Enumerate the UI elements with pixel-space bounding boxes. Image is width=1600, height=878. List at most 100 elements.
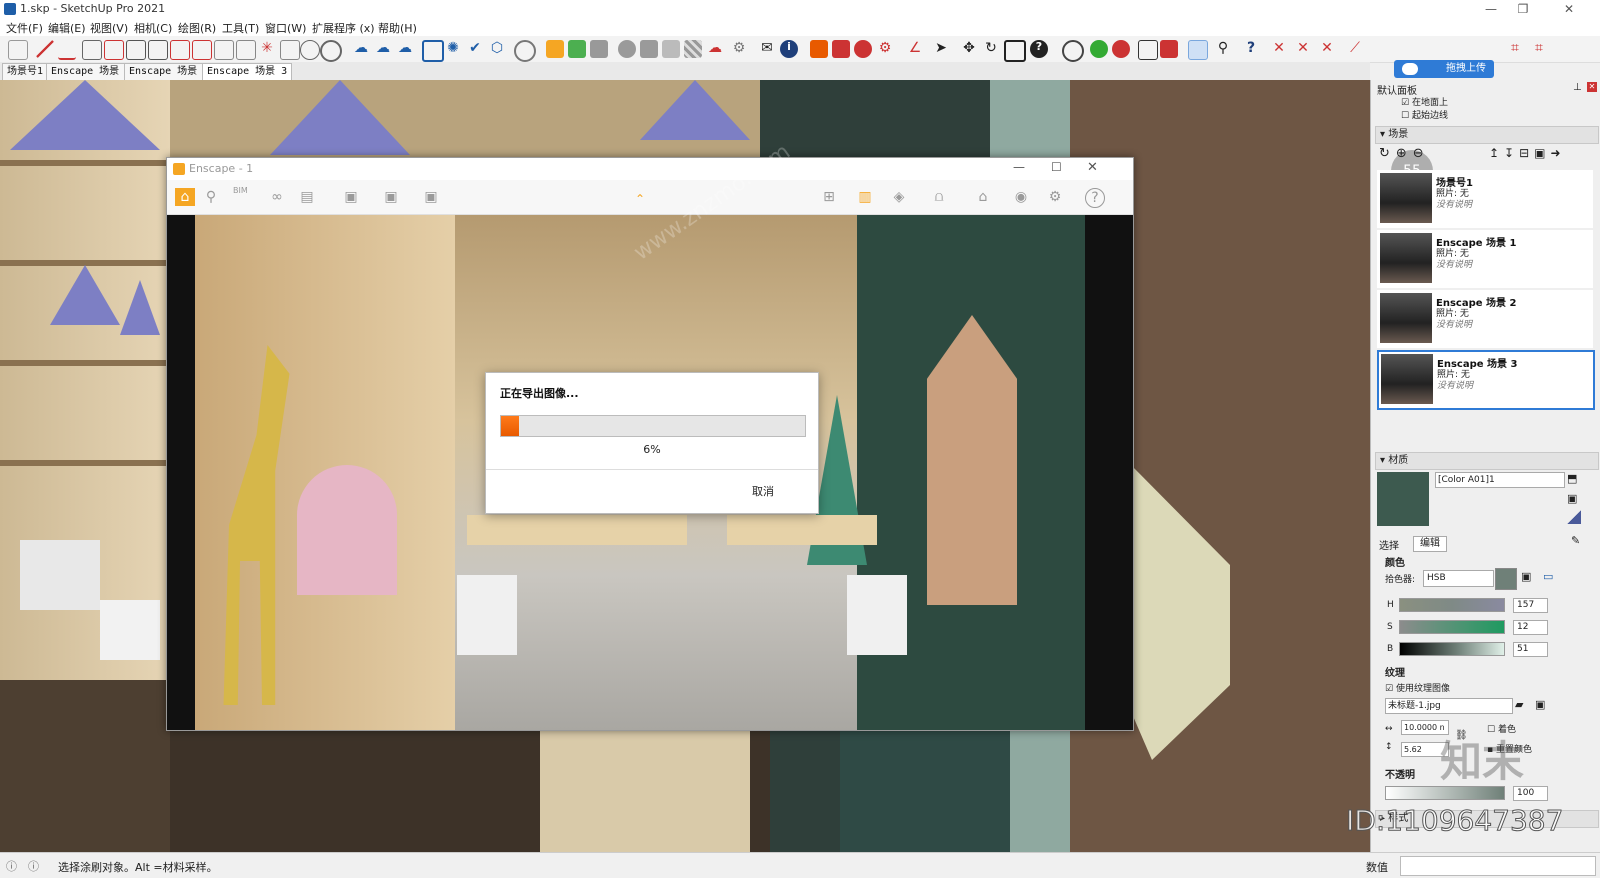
eyedropper-icon[interactable]: ✎ xyxy=(1571,534,1580,547)
settings-icon[interactable]: ⚙ xyxy=(730,40,748,58)
cross-red-3-icon[interactable]: ✕ xyxy=(1318,40,1336,58)
measurements-input[interactable] xyxy=(1400,856,1596,876)
scene-toolbar[interactable]: ↻⊕⊖ xyxy=(1379,146,1430,161)
grid-red-2-icon[interactable]: ⌗ xyxy=(1530,40,1548,58)
enscape-start-icon[interactable] xyxy=(546,40,564,58)
scene-tab-4[interactable]: Enscape 场景 3 xyxy=(202,63,293,80)
map-pin-icon[interactable]: ⚲ xyxy=(201,188,221,206)
component-icon[interactable] xyxy=(1138,40,1158,60)
gear-red-icon[interactable]: ⚙ xyxy=(876,40,894,58)
help-icon[interactable]: ? xyxy=(1030,40,1048,58)
section-plane-icon[interactable]: ◈ xyxy=(889,188,909,206)
export-exe-icon[interactable]: ▣ xyxy=(421,188,441,206)
scene-tab-1[interactable]: 场景号1 xyxy=(2,63,49,80)
cloud-upload-icon[interactable]: ☁ xyxy=(396,40,414,58)
b-slider[interactable] xyxy=(1399,642,1505,656)
pin-icon[interactable]: ⊥ xyxy=(1573,82,1582,93)
check-circle-icon[interactable]: ✔ xyxy=(466,40,484,58)
enscape-minimize-icon[interactable]: — xyxy=(1013,160,1025,174)
mirror-icon[interactable] xyxy=(214,40,234,60)
tab-select[interactable]: 选择 xyxy=(1379,537,1399,552)
hexagon-icon[interactable]: ⬡ xyxy=(488,40,506,58)
measure-angle-icon[interactable]: ∠ xyxy=(906,40,924,58)
close-icon[interactable]: ✕ xyxy=(1554,1,1584,17)
h-slider[interactable] xyxy=(1399,598,1505,612)
bim-label[interactable]: BIM xyxy=(233,186,248,195)
material-default-icon[interactable] xyxy=(1567,510,1581,524)
flip-icon[interactable] xyxy=(236,40,256,60)
menu-file[interactable]: 文件(F) xyxy=(6,20,43,36)
sandbox-icon[interactable] xyxy=(514,40,536,62)
section-icon[interactable] xyxy=(192,40,212,60)
scene-item[interactable]: Enscape 场景 1 照片: 无 没有说明 xyxy=(1377,230,1593,288)
line-red-icon[interactable]: ⟋ xyxy=(1346,40,1364,58)
mail-icon[interactable]: ✉ xyxy=(758,40,776,58)
enscape-start-icon[interactable]: ⌂ xyxy=(175,188,195,206)
enscape-close-icon[interactable]: ✕ xyxy=(1087,160,1098,175)
select-box-icon[interactable] xyxy=(422,40,444,62)
batch-render-icon[interactable]: ▣ xyxy=(381,188,401,206)
rectangle-tool-icon[interactable] xyxy=(82,40,102,60)
minimize-icon[interactable]: — xyxy=(1476,1,1506,17)
plugin-icon[interactable] xyxy=(1160,40,1178,58)
tree-icon[interactable] xyxy=(640,40,658,58)
terrain-icon[interactable] xyxy=(662,40,680,58)
menu-help[interactable]: 帮助(H) xyxy=(378,20,417,36)
check-start-edge[interactable]: ☐ 起始边线 xyxy=(1401,108,1448,121)
menu-view[interactable]: 视图(V) xyxy=(90,20,128,36)
arc-tool-icon[interactable] xyxy=(58,40,76,60)
enscape-views-icon[interactable] xyxy=(590,40,608,58)
sample-paint-icon[interactable]: ▣ xyxy=(1567,492,1577,505)
binoculars-icon[interactable]: ∞ xyxy=(267,188,287,206)
home-icon[interactable] xyxy=(8,40,28,60)
solid-subtract-icon[interactable] xyxy=(1112,40,1130,58)
texture-file-field[interactable]: 未标题-1.jpg xyxy=(1385,698,1513,714)
material-grid-icon[interactable] xyxy=(684,40,702,58)
map-icon[interactable]: ⊞ xyxy=(819,188,839,206)
scene-item[interactable]: 场景号1 照片: 无 没有说明 xyxy=(1377,170,1593,228)
s-value[interactable]: 12 xyxy=(1513,620,1548,635)
solid-union-icon[interactable] xyxy=(1090,40,1108,58)
info-icon[interactable]: i xyxy=(780,40,798,58)
menu-tools[interactable]: 工具(T) xyxy=(222,20,259,36)
enscape-sync-icon[interactable] xyxy=(568,40,586,58)
use-texture-checkbox[interactable]: ☑ 使用纹理图像 xyxy=(1385,681,1450,694)
question-blue-icon[interactable]: ? xyxy=(1242,40,1260,58)
push-pull-icon[interactable] xyxy=(126,40,146,60)
cloud-sync-icon[interactable]: ☁ xyxy=(352,40,370,58)
render-icon[interactable] xyxy=(832,40,850,58)
scene-item[interactable]: Enscape 场景 2 照片: 无 没有说明 xyxy=(1377,290,1593,348)
active-tool-icon[interactable] xyxy=(1188,40,1208,60)
export-icon[interactable] xyxy=(810,40,828,58)
menu-draw[interactable]: 绘图(R) xyxy=(178,20,216,36)
plugin-red-icon[interactable] xyxy=(854,40,872,58)
screenshot-icon[interactable]: ▣ xyxy=(341,188,361,206)
flashlight-icon[interactable]: ⚲ xyxy=(1214,40,1232,58)
scene-item-selected[interactable]: Enscape 场景 3 照片: 无 没有说明 xyxy=(1377,350,1595,410)
menu-extensions[interactable]: 扩展程序 (x) xyxy=(312,20,375,36)
offset-icon[interactable] xyxy=(148,40,168,60)
cancel-button[interactable]: 取消 xyxy=(752,483,774,499)
scene-tab-2[interactable]: Enscape 场景 1 xyxy=(46,63,137,80)
maximize-icon[interactable]: ❐ xyxy=(1508,1,1538,17)
enscape-help-icon[interactable]: ? xyxy=(1085,188,1105,208)
paint-icon[interactable] xyxy=(280,40,300,60)
tape-icon[interactable] xyxy=(170,40,190,60)
polygon-tool-icon[interactable] xyxy=(320,40,342,62)
collapse-chevron-icon[interactable]: ⌃ xyxy=(635,192,645,206)
orbit-icon[interactable] xyxy=(1062,40,1084,62)
match-screen-icon[interactable]: ▭ xyxy=(1543,570,1553,583)
gear-blue-icon[interactable]: ✺ xyxy=(444,40,462,58)
scale-icon[interactable] xyxy=(1004,40,1026,62)
cross-red-2-icon[interactable]: ✕ xyxy=(1294,40,1312,58)
menu-window[interactable]: 窗口(W) xyxy=(265,20,306,36)
freehand-tool-icon[interactable] xyxy=(104,40,124,60)
h-value[interactable]: 157 xyxy=(1513,598,1548,613)
scene-tab-3[interactable]: Enscape 场景 2 xyxy=(124,63,215,80)
status-info-icon[interactable]: ⓘ xyxy=(6,858,17,874)
materials-panel-header[interactable]: ▾ 材质 xyxy=(1375,452,1599,470)
material-name-field[interactable]: [Color A01]1 xyxy=(1435,472,1565,488)
visual-settings-icon[interactable]: ▥ xyxy=(855,188,875,206)
s-slider[interactable] xyxy=(1399,620,1505,634)
color-swatch[interactable] xyxy=(1495,568,1517,590)
